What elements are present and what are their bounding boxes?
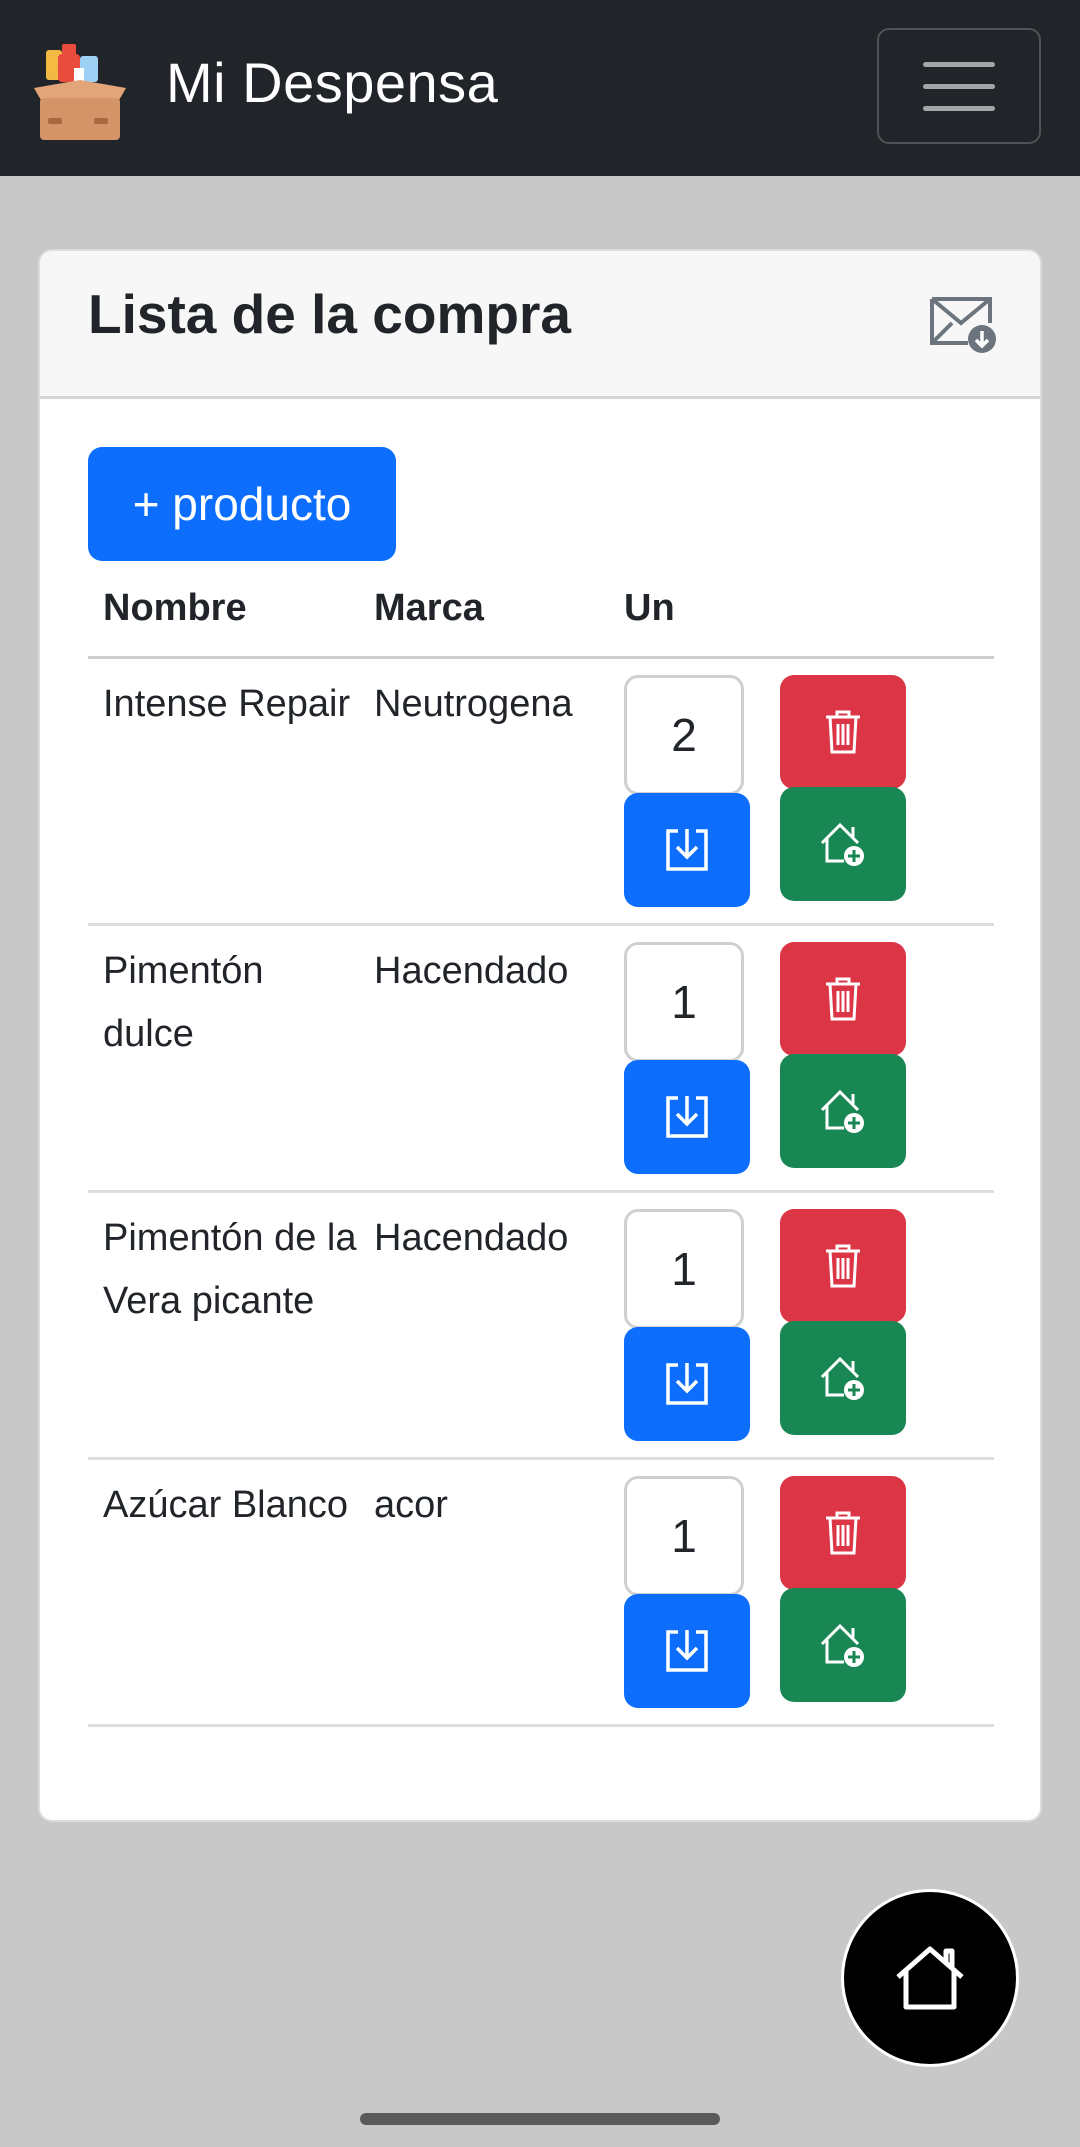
hamburger-menu-icon	[923, 61, 995, 67]
mark-bought-button[interactable]	[624, 1594, 750, 1708]
mark-bought-button[interactable]	[624, 793, 750, 907]
app-title[interactable]: Mi Despensa	[166, 50, 498, 116]
pantry-box-icon	[34, 44, 126, 140]
menu-toggle-button[interactable]	[877, 28, 1041, 144]
product-brand: Hacendado	[374, 950, 569, 992]
delete-button[interactable]	[780, 675, 906, 789]
add-to-pantry-button[interactable]	[780, 1054, 906, 1168]
add-product-button[interactable]: + producto	[88, 447, 396, 561]
download-box-icon	[666, 1096, 708, 1138]
table-row: Azúcar Blanco acor 1	[88, 1460, 994, 1727]
product-name: Pimentón de la Vera picante	[103, 1217, 357, 1322]
home-fab-button[interactable]	[841, 1889, 1019, 2067]
table-row: Pimentón de la Vera picante Hacendado 1	[88, 1193, 994, 1460]
home-icon	[896, 1946, 964, 2010]
house-add-icon	[820, 822, 864, 866]
download-box-icon	[666, 1363, 708, 1405]
add-to-pantry-button[interactable]	[780, 1588, 906, 1702]
product-brand: acor	[374, 1484, 448, 1526]
product-name: Intense Repair	[103, 683, 351, 725]
trash-icon	[826, 1244, 860, 1288]
table-row: Intense Repair Neutrogena 2	[88, 659, 994, 926]
delete-button[interactable]	[780, 1476, 906, 1590]
mark-bought-button[interactable]	[624, 1327, 750, 1441]
add-to-pantry-button[interactable]	[780, 787, 906, 901]
system-home-indicator[interactable]	[360, 2113, 720, 2125]
house-add-icon	[820, 1089, 864, 1133]
mark-bought-button[interactable]	[624, 1060, 750, 1174]
quantity-input[interactable]: 1	[624, 1209, 744, 1329]
top-navbar: Mi Despensa	[0, 0, 1080, 176]
delete-button[interactable]	[780, 1209, 906, 1323]
download-box-icon	[666, 829, 708, 871]
trash-icon	[826, 710, 860, 754]
shopping-list-card: Lista de la compra + producto Nombre Mar…	[38, 249, 1042, 1822]
add-to-pantry-button[interactable]	[780, 1321, 906, 1435]
product-name: Azúcar Blanco	[103, 1484, 349, 1526]
column-header-units: Un	[624, 587, 675, 629]
quantity-input[interactable]: 2	[624, 675, 744, 795]
trash-icon	[826, 977, 860, 1021]
quantity-input[interactable]: 1	[624, 1476, 744, 1596]
house-add-icon	[820, 1356, 864, 1400]
product-brand: Hacendado	[374, 1217, 569, 1259]
product-brand: Neutrogena	[374, 683, 573, 725]
delete-button[interactable]	[780, 942, 906, 1056]
table-row: Pimentón dulce Hacendado 1	[88, 926, 994, 1193]
quantity-input[interactable]: 1	[624, 942, 744, 1062]
mail-download-icon[interactable]	[928, 293, 1000, 355]
trash-icon	[826, 1511, 860, 1555]
product-name: Pimentón dulce	[103, 950, 264, 1055]
house-add-icon	[820, 1623, 864, 1667]
column-header-brand: Marca	[374, 587, 484, 629]
card-header: Lista de la compra	[40, 251, 1040, 399]
download-box-icon	[666, 1630, 708, 1672]
page-title: Lista de la compra	[88, 283, 571, 345]
column-header-name: Nombre	[103, 587, 247, 629]
